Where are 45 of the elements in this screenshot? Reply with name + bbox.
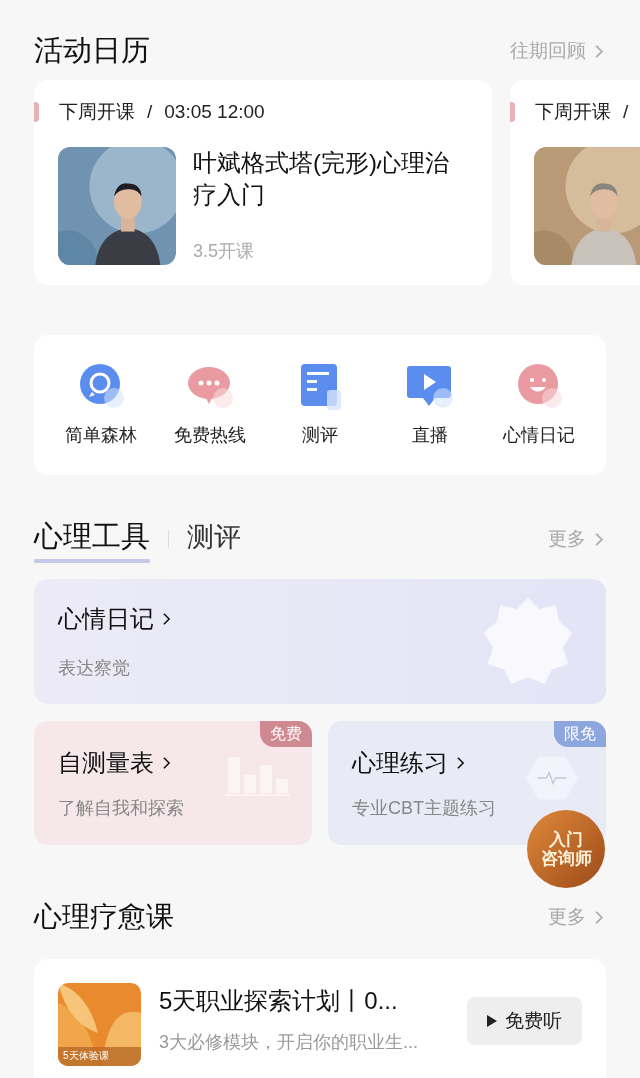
shortcut-item[interactable]: 心情日记 bbox=[484, 361, 594, 449]
event-title: 叶斌格式塔(完形)心理治疗入门 bbox=[193, 147, 450, 210]
separator: / bbox=[147, 100, 153, 124]
card-title: 心理练习 bbox=[352, 745, 465, 781]
accent-mark bbox=[34, 102, 39, 123]
section-tab[interactable]: 心理工具 bbox=[34, 515, 150, 563]
card-title: 心情日记 bbox=[58, 601, 171, 637]
section-tab[interactable]: 测评 bbox=[187, 516, 241, 562]
chevron-right-icon bbox=[162, 756, 171, 770]
event-time: 03:05 12:00 bbox=[164, 100, 265, 124]
shortcut-item[interactable]: 测评 bbox=[265, 361, 375, 449]
play-icon bbox=[487, 1015, 497, 1027]
card-title: 自测量表 bbox=[58, 745, 171, 781]
card-subtitle: 了解自我和探索 bbox=[58, 797, 185, 820]
chevron-right-icon bbox=[594, 909, 604, 925]
mood-diary-card[interactable]: 心情日记 表达察觉 bbox=[34, 579, 606, 704]
floating-badge[interactable]: 入门 咨询师 bbox=[527, 810, 605, 888]
event-card[interactable]: 下周开课 / bbox=[510, 80, 640, 285]
chevron-right-icon bbox=[162, 612, 171, 626]
event-note: 3.5开课 bbox=[193, 239, 256, 263]
shortcut-item[interactable]: 简单森林 bbox=[46, 361, 156, 449]
listen-button[interactable]: 免费听 bbox=[467, 997, 582, 1045]
cover-label: 5天体验课 bbox=[63, 1049, 109, 1063]
course-card[interactable]: 5天体验课 5天职业探索计划丨0... 3大必修模块，开启你的职业生... 免费听 bbox=[34, 959, 606, 1078]
card-subtitle: 专业CBT主题练习 bbox=[352, 797, 497, 820]
tool-badge: 限免 bbox=[554, 721, 606, 747]
shortcut-item[interactable]: 直播 bbox=[374, 361, 485, 449]
event-tag: 下周开课 bbox=[59, 98, 135, 127]
shortcut-item[interactable]: 免费热线 bbox=[155, 361, 266, 449]
separator: / bbox=[623, 100, 629, 124]
course-title: 5天职业探索计划丨0... bbox=[159, 986, 399, 1016]
course-subtitle: 3大必修模块，开启你的职业生... bbox=[159, 1031, 419, 1054]
section-title: 活动日历 bbox=[34, 33, 150, 69]
badge-text: 咨询师 bbox=[540, 849, 592, 868]
accent-mark bbox=[510, 102, 515, 123]
section-title: 心理疗愈课 bbox=[34, 900, 174, 934]
tool-badge: 免费 bbox=[260, 721, 312, 747]
card-subtitle: 表达察觉 bbox=[58, 657, 131, 680]
chevron-right-icon bbox=[594, 531, 604, 547]
chevron-right-icon bbox=[594, 43, 604, 59]
event-tag: 下周开课 bbox=[535, 98, 611, 127]
chevron-right-icon bbox=[456, 756, 465, 770]
heartbeat-icon bbox=[524, 755, 580, 801]
event-card[interactable]: 下周开课 / 03:05 12:00 叶斌格式塔(完形)心理治疗入门 3.5开课 bbox=[34, 80, 492, 285]
tool-card[interactable]: 免费 自测量表 了解自我和探索 bbox=[34, 721, 312, 845]
